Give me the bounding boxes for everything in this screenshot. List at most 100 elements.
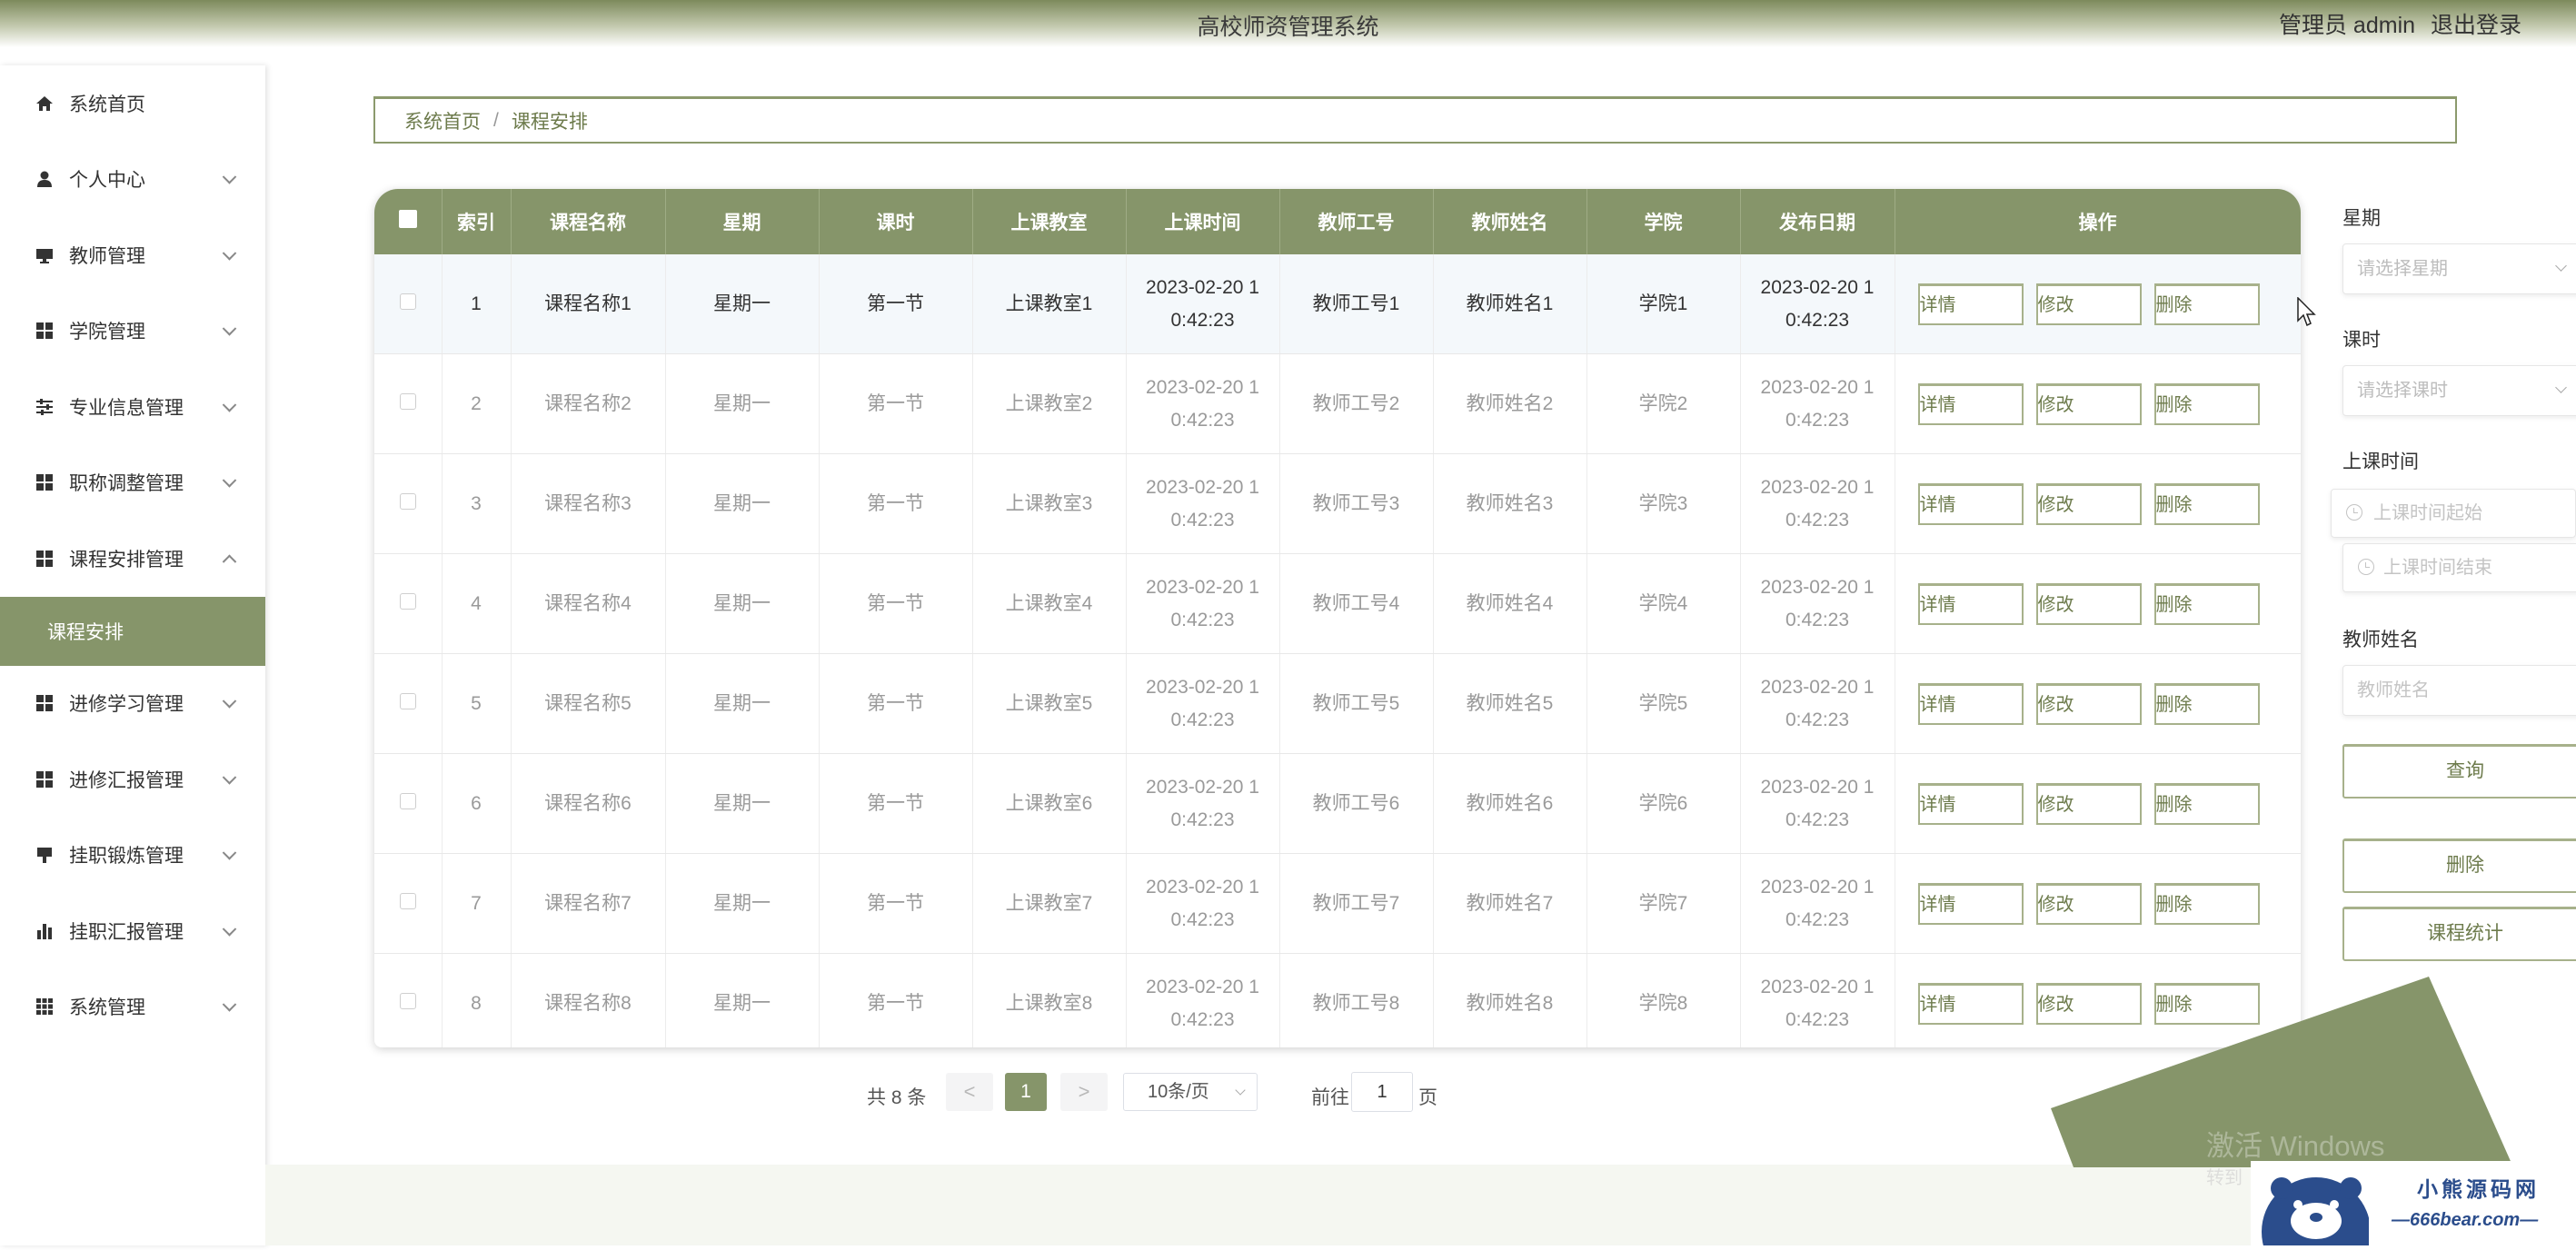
- edit-button[interactable]: 修改: [2035, 682, 2142, 725]
- sidebar-item-majors[interactable]: 专业信息管理: [0, 369, 265, 445]
- row-checkbox[interactable]: [399, 792, 416, 809]
- pin-icon: [35, 845, 55, 865]
- row-select-cell[interactable]: [374, 353, 443, 454]
- select-all-checkbox[interactable]: [398, 210, 417, 228]
- row-checkbox[interactable]: [399, 492, 416, 510]
- cell-course: 课程名称5: [511, 653, 666, 754]
- chevron-down-icon: [222, 694, 237, 709]
- delete-button[interactable]: 删除: [2153, 482, 2260, 525]
- clock-icon: [2346, 504, 2362, 521]
- delete-button[interactable]: 删除: [2153, 582, 2260, 625]
- cell-weekday: 星期一: [665, 753, 820, 854]
- bar-chart-icon: [35, 921, 55, 941]
- detail-button[interactable]: 详情: [1917, 283, 2024, 325]
- chevron-up-icon: [222, 554, 237, 569]
- table-row[interactable]: 8 课程名称8 星期一 第一节 上课教室8 2023-02-20 1 0:42:23 教师工号…: [374, 953, 2301, 1047]
- sidebar-item-system[interactable]: 系统管理: [0, 969, 265, 1046]
- detail-button[interactable]: 详情: [1917, 982, 2024, 1025]
- cell-period: 第一节: [819, 453, 973, 554]
- pagination-goto-input[interactable]: [1351, 1072, 1413, 1112]
- weekday-label: 星期: [2342, 208, 2381, 229]
- header-select-all[interactable]: [374, 189, 443, 254]
- query-button[interactable]: 查询: [2342, 744, 2576, 799]
- table-row[interactable]: 5 课程名称5 星期一 第一节 上课教室5 2023-02-20 1 0:42:23 教师工号…: [374, 653, 2301, 754]
- breadcrumb-home[interactable]: 系统首页: [404, 107, 481, 134]
- row-checkbox[interactable]: [399, 392, 416, 410]
- edit-button[interactable]: 修改: [2035, 782, 2142, 825]
- sidebar-item-teachers[interactable]: 教师管理: [0, 217, 265, 293]
- row-select-cell[interactable]: [374, 453, 443, 554]
- badge-url: —666bear.com—: [2392, 1210, 2539, 1230]
- chevron-down-icon: [222, 397, 237, 412]
- detail-button[interactable]: 详情: [1917, 882, 2024, 925]
- sidebar-item-study-reports[interactable]: 进修汇报管理: [0, 741, 265, 818]
- row-select-cell[interactable]: [374, 254, 443, 354]
- detail-button[interactable]: 详情: [1917, 682, 2024, 725]
- edit-button[interactable]: 修改: [2035, 882, 2142, 925]
- teacher-name-input[interactable]: [2342, 665, 2576, 716]
- table-row[interactable]: 1 课程名称1 星期一 第一节 上课教室1 2023-02-20 1 0:42:23 教师工号…: [374, 254, 2301, 354]
- detail-button[interactable]: 详情: [1917, 582, 2024, 625]
- row-checkbox[interactable]: [399, 892, 416, 909]
- delete-button[interactable]: 删除: [2153, 882, 2260, 925]
- sidebar-item-titles[interactable]: 职称调整管理: [0, 445, 265, 521]
- cell-room: 上课教室8: [972, 953, 1127, 1047]
- table-row[interactable]: 3 课程名称3 星期一 第一节 上课教室3 2023-02-20 1 0:42:23 教师工号…: [374, 453, 2301, 554]
- cell-teacher-no: 教师工号4: [1279, 553, 1434, 654]
- delete-button[interactable]: 删除: [2153, 982, 2260, 1025]
- weekday-select[interactable]: 请选择星期: [2342, 243, 2576, 294]
- row-select-cell[interactable]: [374, 553, 443, 654]
- edit-button[interactable]: 修改: [2035, 982, 2142, 1025]
- page-size-select[interactable]: 10条/页: [1123, 1073, 1258, 1111]
- class-time-end-placeholder: 上课时间结束: [2383, 558, 2492, 578]
- batch-delete-button[interactable]: 删除: [2342, 838, 2576, 893]
- table-row[interactable]: 4 课程名称4 星期一 第一节 上课教室4 2023-02-20 1 0:42:23 教师工号…: [374, 553, 2301, 654]
- sidebar-item-personal[interactable]: 个人中心: [0, 142, 265, 218]
- row-checkbox[interactable]: [399, 293, 416, 310]
- detail-button[interactable]: 详情: [1917, 382, 2024, 425]
- pagination-prev-button[interactable]: <: [946, 1073, 993, 1111]
- edit-button[interactable]: 修改: [2035, 582, 2142, 625]
- sidebar-item-study[interactable]: 进修学习管理: [0, 666, 265, 742]
- sidebar-item-colleges[interactable]: 学院管理: [0, 293, 265, 370]
- cell-text: 0:42:23: [1785, 309, 1850, 331]
- row-select-cell[interactable]: [374, 753, 443, 854]
- sidebar-item-secondment-reports[interactable]: 挂职汇报管理: [0, 893, 265, 969]
- sidebar-item-label: 个人中心: [69, 170, 145, 192]
- row-checkbox[interactable]: [399, 592, 416, 610]
- row-select-cell[interactable]: [374, 953, 443, 1047]
- edit-button[interactable]: 修改: [2035, 482, 2142, 525]
- row-select-cell[interactable]: [374, 653, 443, 754]
- pagination-page-1[interactable]: 1: [1005, 1073, 1047, 1111]
- cell-course: 课程名称2: [511, 353, 666, 454]
- edit-button[interactable]: 修改: [2035, 283, 2142, 325]
- cell-course: 课程名称6: [511, 753, 666, 854]
- delete-button[interactable]: 删除: [2153, 382, 2260, 425]
- sidebar-item-secondment[interactable]: 挂职锻炼管理: [0, 818, 265, 894]
- row-select-cell[interactable]: [374, 853, 443, 954]
- sidebar-item-label: 教师管理: [69, 245, 145, 267]
- table-row[interactable]: 6 课程名称6 星期一 第一节 上课教室6 2023-02-20 1 0:42:23 教师工号…: [374, 753, 2301, 854]
- row-checkbox[interactable]: [399, 992, 416, 1009]
- delete-button[interactable]: 删除: [2153, 682, 2260, 725]
- course-stats-button[interactable]: 课程统计: [2342, 907, 2576, 961]
- pagination-next-button[interactable]: >: [1060, 1073, 1108, 1111]
- cell-teacher-no: 教师工号2: [1279, 353, 1434, 454]
- detail-button[interactable]: 详情: [1917, 782, 2024, 825]
- delete-button[interactable]: 删除: [2153, 283, 2260, 325]
- cell-text: 2023-02-20 1: [1146, 376, 1259, 398]
- class-time-end-picker[interactable]: 上课时间结束: [2342, 543, 2576, 592]
- table-row[interactable]: 7 课程名称7 星期一 第一节 上课教室7 2023-02-20 1 0:42:23 教师工号…: [374, 853, 2301, 954]
- row-checkbox[interactable]: [399, 692, 416, 709]
- edit-button[interactable]: 修改: [2035, 382, 2142, 425]
- delete-button[interactable]: 删除: [2153, 782, 2260, 825]
- period-select[interactable]: 请选择课时: [2342, 365, 2576, 416]
- cell-class-time: 2023-02-20 1 0:42:23: [1126, 853, 1280, 954]
- sidebar-item-home[interactable]: 系统首页: [0, 65, 265, 142]
- table-row[interactable]: 2 课程名称2 星期一 第一节 上课教室2 2023-02-20 1 0:42:23 教师工号…: [374, 353, 2301, 454]
- submenu-item-course-schedule[interactable]: 课程安排: [0, 596, 265, 666]
- class-time-start-picker[interactable]: 上课时间起始: [2331, 489, 2576, 538]
- sidebar-item-courses[interactable]: 课程安排管理: [0, 521, 265, 597]
- logout-link[interactable]: 退出登录: [2431, 13, 2521, 38]
- detail-button[interactable]: 详情: [1917, 482, 2024, 525]
